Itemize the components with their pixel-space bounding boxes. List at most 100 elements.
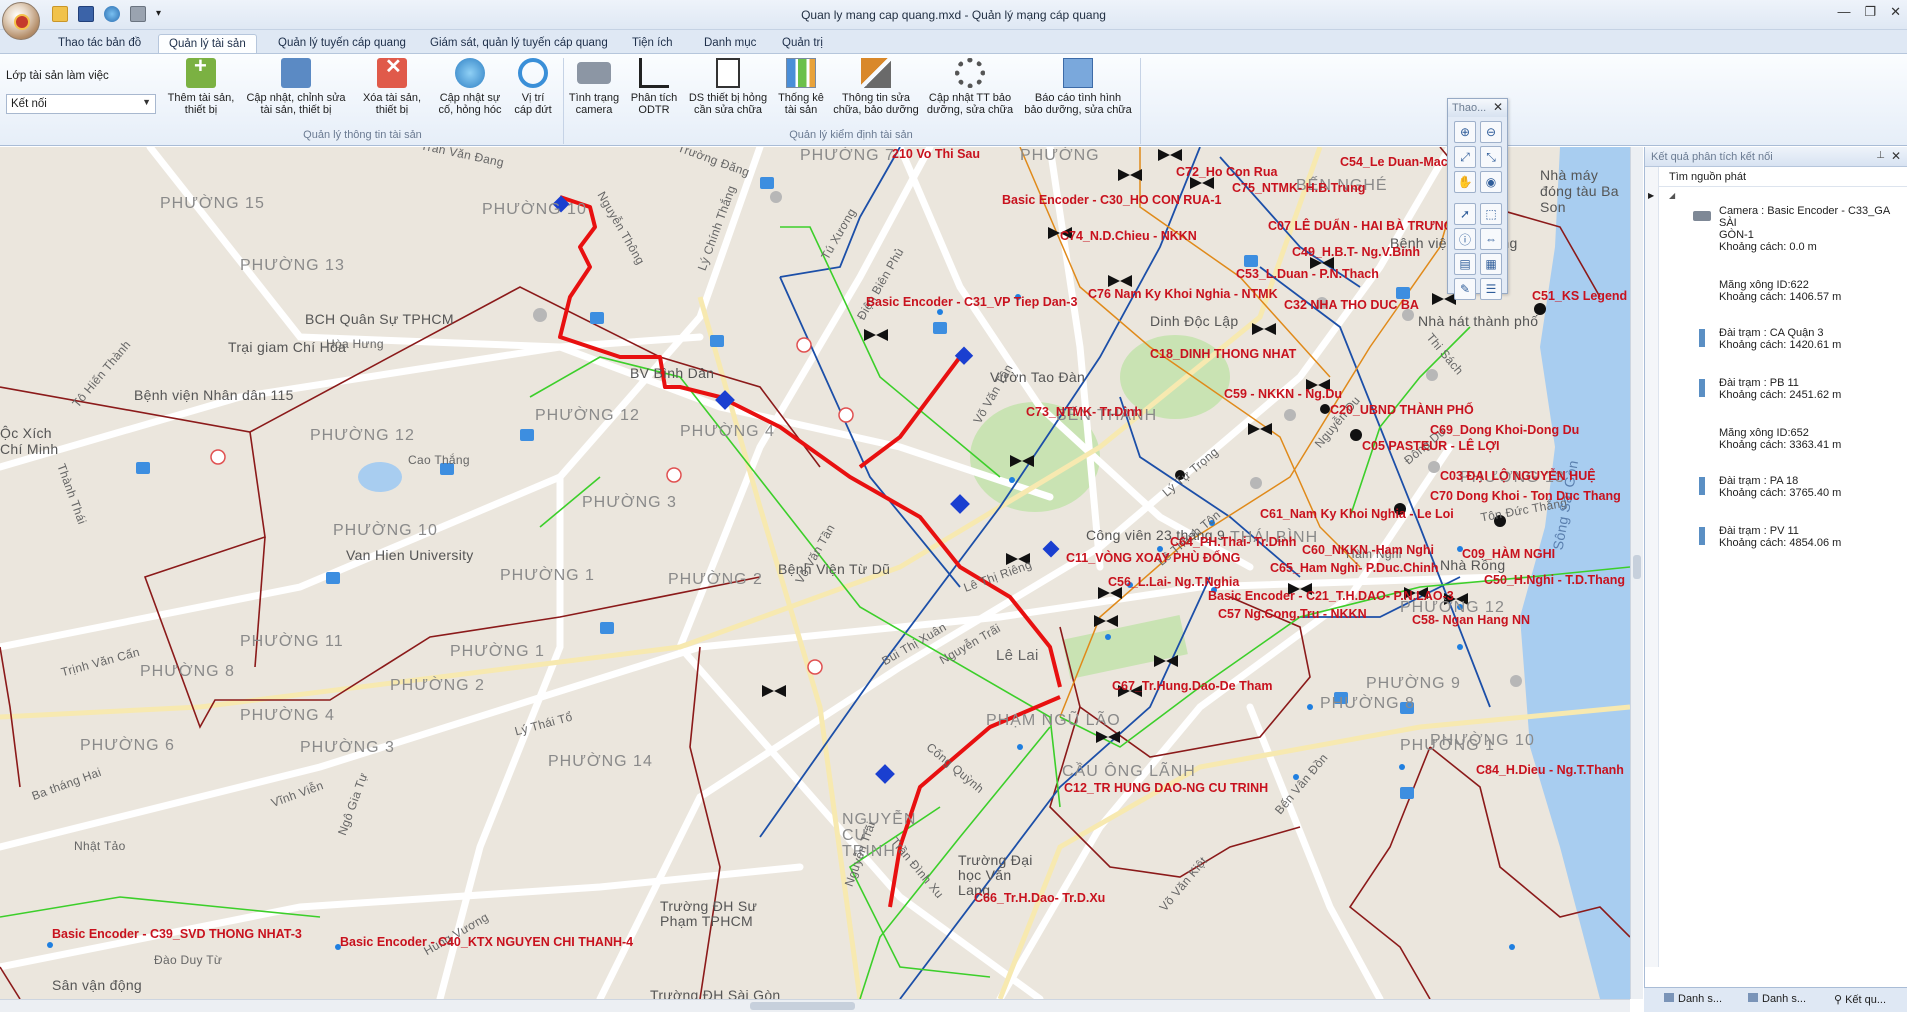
bottom-tab-list-2[interactable]: Danh s... bbox=[1748, 993, 1806, 1005]
minimize-icon[interactable]: — bbox=[1837, 4, 1850, 20]
asset-label[interactable]: C11_VÒNG XOAY PHÙ ĐỔNG bbox=[1066, 551, 1240, 565]
asset-label[interactable]: Basic Encoder - C39_SVD THONG NHAT-3 bbox=[52, 927, 302, 941]
asset-label[interactable]: C54_Le Duan-Mac bbox=[1340, 155, 1448, 169]
tab-administration[interactable]: Quản trị bbox=[772, 34, 833, 54]
asset-statistics-button[interactable]: Thống kê tài sản bbox=[774, 58, 828, 116]
result-item[interactable]: Đài trạm : PA 18 Khoảng cách: 3765.40 m bbox=[1699, 475, 1841, 499]
asset-label[interactable]: C58- Ngan Hang NN bbox=[1412, 613, 1530, 627]
result-item[interactable]: Đài trạm : CA Quận 3 Khoảng cách: 1420.6… bbox=[1699, 327, 1841, 351]
tab-asset-management[interactable]: Quản lý tài sản bbox=[158, 34, 257, 54]
asset-label[interactable]: C75_NTMK- H.B.Trung bbox=[1232, 181, 1365, 195]
asset-label[interactable]: C05 PASTEUR - LÊ LỢI bbox=[1362, 439, 1500, 453]
asset-label[interactable]: Basic Encoder - C30_HO CON RUA-1 bbox=[1002, 193, 1222, 207]
maintenance-info-button[interactable]: Thông tin sửa chữa, bảo dưỡng bbox=[832, 58, 920, 116]
asset-label[interactable]: C59 - NKKN - Ng.Du bbox=[1224, 387, 1342, 401]
asset-label[interactable]: C76 Nam Ky Khoi Nghia - NTMK bbox=[1088, 287, 1278, 301]
tab-map-operations[interactable]: Thao tác bản đồ bbox=[48, 34, 151, 54]
identify-icon[interactable]: ⓘ bbox=[1454, 228, 1476, 250]
application-menu-button[interactable] bbox=[2, 2, 40, 40]
tab-utilities[interactable]: Tiện ích bbox=[622, 34, 682, 54]
asset-label[interactable]: C60_NKKN -Ham Nghi bbox=[1302, 543, 1434, 557]
road-label: Lê Lai bbox=[996, 647, 1039, 664]
result-item[interactable]: Măng xông ID:622 Khoảng cách: 1406.57 m bbox=[1693, 279, 1841, 303]
zoom-out-icon[interactable]: ⊖ bbox=[1480, 121, 1502, 143]
add-asset-button[interactable]: + Thêm tài sản, thiết bị bbox=[165, 55, 237, 117]
update-asset-button[interactable]: Cập nhật, chỉnh sửa tài sản, thiết bị bbox=[244, 58, 348, 116]
asset-label[interactable]: C67_Tr.Hung.Dao-De Tham bbox=[1112, 679, 1272, 693]
table-icon[interactable]: ▦ bbox=[1480, 253, 1502, 275]
tab-monitoring[interactable]: Giám sát, quản lý tuyến cáp quang bbox=[420, 34, 618, 54]
result-item[interactable]: Đài trạm : PB 11 Khoảng cách: 2451.62 m bbox=[1699, 377, 1841, 401]
asset-label[interactable]: C57 Ng.Cong.Tru - NKKN bbox=[1218, 607, 1367, 621]
update-incident-button[interactable]: Cập nhật sự cố, hỏng hóc bbox=[432, 58, 508, 116]
asset-label[interactable]: C12_TR HUNG DAO-NG CU TRINH bbox=[1064, 781, 1268, 795]
result-item[interactable]: Đài trạm : PV 11 Khoảng cách: 4854.06 m bbox=[1699, 525, 1841, 549]
zoom-in-icon[interactable]: ⊕ bbox=[1454, 121, 1476, 143]
asset-label[interactable]: C73_NTMK- Tr.Dinh bbox=[1026, 405, 1142, 419]
tab-catalog[interactable]: Danh mục bbox=[694, 34, 766, 54]
layers-icon[interactable]: ▤ bbox=[1454, 253, 1476, 275]
layer-select[interactable]: Kết nối ▼ bbox=[6, 94, 156, 114]
asset-label[interactable]: C07 LÊ DUẨN - HAI BÀ TRƯNG bbox=[1268, 219, 1453, 233]
fixed-zoom-in-icon[interactable]: ⤢ bbox=[1454, 146, 1476, 168]
tab-cable-route-management[interactable]: Quản lý tuyến cáp quang bbox=[268, 34, 416, 54]
fixed-zoom-out-icon[interactable]: ⤡ bbox=[1480, 146, 1502, 168]
palette-header[interactable]: Thao... ✕ bbox=[1448, 99, 1507, 117]
asset-label[interactable]: Basic Encoder - C31_VP Tiep Dan-3 bbox=[866, 295, 1077, 309]
asset-label[interactable]: C69_Dong Khoi-Dong Du bbox=[1430, 423, 1579, 437]
map-vertical-scrollbar[interactable] bbox=[1630, 147, 1643, 999]
asset-label[interactable]: C49_H.B.T- Ng.V.Binh bbox=[1292, 245, 1420, 259]
close-icon[interactable]: ✕ bbox=[1493, 100, 1503, 114]
result-item[interactable]: Măng xông ID:652 Khoảng cách: 3363.41 m bbox=[1693, 427, 1841, 451]
select-features-icon[interactable]: ⬚ bbox=[1480, 203, 1502, 225]
faulty-devices-list-button[interactable]: DS thiết bị hỏng cần sửa chữa bbox=[686, 58, 770, 116]
result-item[interactable]: Camera : Basic Encoder - C33_GA SÀI GÒN-… bbox=[1693, 205, 1904, 253]
place-label: Bệnh viện Nhân dân 115 bbox=[134, 387, 294, 403]
maintenance-report-button[interactable]: Báo cáo tình hình bảo dưỡng, sửa chữa bbox=[1020, 58, 1136, 116]
odtr-analysis-button[interactable]: Phân tích ODTR bbox=[626, 58, 682, 116]
asset-label[interactable]: 210 Vo Thi Sau bbox=[892, 147, 980, 161]
asset-label[interactable]: C70 Dong Khoi - Ton Duc Thang bbox=[1430, 489, 1621, 503]
scroll-thumb[interactable] bbox=[750, 1002, 855, 1010]
cable-break-location-button[interactable]: Vị trí cáp đứt bbox=[510, 58, 556, 116]
collapse-arrow-icon[interactable]: ◢ bbox=[1669, 191, 1675, 200]
asset-label[interactable]: C56_L.Lai- Ng.T.Nghia bbox=[1108, 575, 1239, 589]
delete-asset-button[interactable]: ✕ Xóa tài sản, thiết bị bbox=[356, 57, 428, 116]
asset-label[interactable]: C65_Ham Nghi- P.Duc.Chinh bbox=[1270, 561, 1439, 575]
asset-label[interactable]: Basic Encoder - C40_KTX NGUYEN CHI THANH… bbox=[340, 935, 633, 949]
asset-label[interactable]: C03 ĐẠI LỘ NGUYỄN HUỆ bbox=[1440, 469, 1596, 483]
bottom-tab-results[interactable]: ⚲ Kết qu... bbox=[1834, 993, 1886, 1006]
measure-icon[interactable]: ⇔ bbox=[1480, 228, 1502, 250]
asset-label[interactable]: C09_HÀM NGHI bbox=[1462, 547, 1555, 561]
close-icon[interactable]: ✕ bbox=[1890, 4, 1901, 20]
asset-label[interactable]: C64_PH.Thai- Tr.Dinh bbox=[1170, 535, 1296, 549]
close-icon[interactable]: ✕ bbox=[1891, 149, 1901, 163]
scroll-thumb[interactable] bbox=[1633, 555, 1641, 579]
restore-icon[interactable]: ❐ bbox=[1864, 4, 1876, 20]
pin-icon[interactable]: ⊥ bbox=[1876, 150, 1885, 161]
asset-label[interactable]: C72_Ho Con Rua bbox=[1176, 165, 1277, 179]
asset-label[interactable]: C32 NHA THO DUC BA bbox=[1284, 298, 1419, 312]
map-view[interactable]: PHƯỜNG 15 PHƯỜNG 10 PHƯỜNG 13 PHƯỜNG 7 P… bbox=[0, 147, 1630, 999]
asset-label[interactable]: C66_Tr.H.Dao- Tr.D.Xu bbox=[974, 891, 1105, 905]
asset-label[interactable]: C74_N.D.Chieu - NKKN bbox=[1060, 229, 1197, 243]
edit-pencil-icon[interactable]: ✎ bbox=[1454, 278, 1476, 300]
asset-label[interactable]: C20_UBND THÀNH PHỐ bbox=[1330, 403, 1474, 417]
asset-label[interactable]: Basic Encoder - C21_T.H.DAO- P.N.LAO-3 bbox=[1208, 589, 1454, 603]
camera-status-button[interactable]: Tình trạng camera bbox=[566, 58, 622, 116]
full-extent-globe-icon[interactable]: ◉ bbox=[1480, 171, 1502, 193]
asset-label[interactable]: C53_L.Duan - P.N.Thach bbox=[1236, 267, 1379, 281]
map-horizontal-scrollbar[interactable] bbox=[0, 999, 1630, 1012]
asset-label[interactable]: C51_KS Legend bbox=[1532, 289, 1627, 303]
ribbon-panel: Lớp tài sản làm việc Kết nối ▼ + Thêm tà… bbox=[0, 53, 1907, 146]
bottom-tab-list-1[interactable]: Danh s... bbox=[1664, 993, 1722, 1005]
select-pointer-icon[interactable]: ➚ bbox=[1454, 203, 1476, 225]
attributes-icon[interactable]: ☰ bbox=[1480, 278, 1502, 300]
asset-label[interactable]: C50_H.Nghi - T.D.Thang bbox=[1484, 573, 1625, 587]
expand-arrow-icon[interactable]: ▶ bbox=[1648, 191, 1654, 200]
pan-hand-icon[interactable]: ✋ bbox=[1454, 171, 1476, 193]
asset-label[interactable]: C18_DINH THONG NHAT bbox=[1150, 347, 1296, 361]
asset-label[interactable]: C61_Nam Ky Khoi Nghia - Le Loi bbox=[1260, 507, 1454, 521]
asset-label[interactable]: C84_H.Dieu - Ng.T.Thanh bbox=[1476, 763, 1624, 777]
update-maintenance-button[interactable]: Cập nhật TT bảo dưỡng, sửa chữa bbox=[924, 58, 1016, 116]
